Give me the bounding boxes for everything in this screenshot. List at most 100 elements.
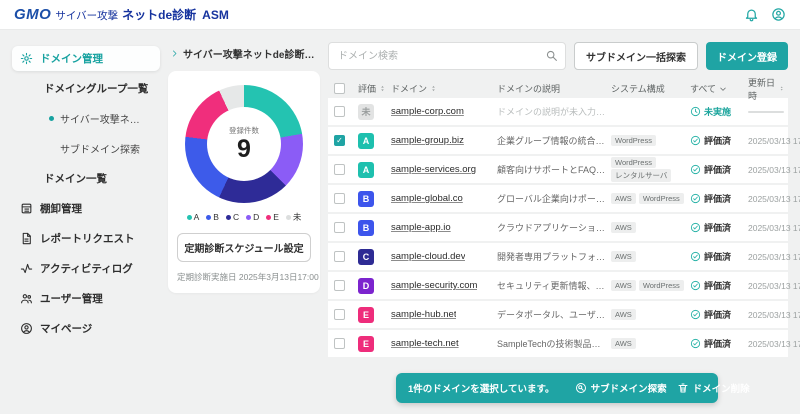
domain-description: セキュリティ更新情報、脆弱… [497, 279, 607, 292]
sidebar-item-user-management[interactable]: ユーザー管理 [12, 286, 160, 311]
select-all-checkbox[interactable] [334, 83, 345, 94]
domain-link[interactable]: sample-global.co [391, 193, 463, 204]
domain-link[interactable]: sample-app.io [391, 222, 451, 233]
row-checkbox[interactable] [334, 309, 345, 320]
domain-link[interactable]: sample-services.org [391, 164, 476, 175]
gear-icon [20, 52, 33, 65]
header-domain[interactable]: ドメイン [391, 82, 497, 95]
row-checkbox[interactable] [334, 135, 345, 146]
header-updated[interactable]: 更新日時 [748, 76, 788, 102]
sidebar-item-subdomain-search[interactable]: サブドメイン探索 [12, 136, 160, 161]
report-icon [20, 232, 33, 245]
status-label: 評価済 [704, 308, 731, 321]
chevron-down-icon [719, 85, 727, 93]
sidebar-item-label: マイページ [40, 321, 92, 336]
header-status-filter[interactable]: すべて [690, 82, 748, 95]
clock-icon [690, 106, 701, 117]
header-grade[interactable]: 評価 [358, 82, 391, 95]
table-row[interactable]: Dsample-security.comセキュリティ更新情報、脆弱…AWSWor… [328, 272, 788, 299]
account-icon[interactable] [771, 7, 786, 22]
row-checkbox[interactable] [334, 222, 345, 233]
table-row[interactable]: Asample-group.biz企業グループ情報の統合管理WordPress評… [328, 127, 788, 154]
updated-at: 2025/03/13 17:00 [748, 310, 800, 320]
grade-badge: C [358, 249, 374, 265]
row-checkbox[interactable] [334, 280, 345, 291]
domain-link[interactable]: sample-group.biz [391, 135, 464, 146]
table-row[interactable]: Esample-hub.netデータポータル、ユーザー管…AWS評価済2025/… [328, 301, 788, 328]
status-label: 評価済 [704, 337, 731, 350]
system-tag: WordPress [611, 157, 656, 168]
sidebar-item-inventory-management[interactable]: 棚卸管理 [12, 196, 160, 221]
row-checkbox[interactable] [334, 164, 345, 175]
legend-dot [286, 215, 291, 220]
legend-label: D [253, 212, 259, 222]
table-row[interactable]: Esample-tech.netSampleTechの技術製品紹介…AWS評価済… [328, 330, 788, 357]
sidebar-item-domain-list[interactable]: ドメイン一覧 [12, 166, 160, 191]
bulk-subdomain-search-button[interactable]: サブドメイン一括探索 [574, 42, 698, 70]
brand-logo: GMO サイバー攻撃 ネットde診断 ASM [14, 6, 229, 23]
sidebar-item-report-request[interactable]: レポートリクエスト [12, 226, 160, 251]
domain-delete-action[interactable]: ドメイン削除 [677, 381, 750, 395]
grade-badge: E [358, 307, 374, 323]
system-tag: WordPress [611, 135, 656, 146]
legend-item-C: C [226, 211, 239, 223]
legend-label: 未 [293, 211, 302, 223]
chevron-right-icon [170, 49, 179, 58]
status-label: 未実施 [704, 105, 731, 118]
table-row[interactable]: 未sample-corp.comドメインの説明が未入力です未実施 [328, 98, 788, 125]
sidebar-item-domain-management[interactable]: ドメイン管理 [12, 46, 160, 71]
sidebar-item-activity-log[interactable]: アクティビティログ [12, 256, 160, 281]
domain-link[interactable]: sample-cloud.dev [391, 251, 465, 262]
subdomain-explore-action[interactable]: サブドメイン探索 [575, 381, 667, 395]
team-panel: サイバー攻撃ネットde診断ASMチーム 登録件数 9 ABCDE未 定期診断スケ… [168, 42, 320, 359]
row-checkbox[interactable] [334, 106, 345, 117]
domain-link[interactable]: sample-corp.com [391, 106, 464, 117]
row-checkbox[interactable] [334, 251, 345, 262]
table-row[interactable]: Asample-services.org顧客向けサポートとFAQサイトWordP… [328, 156, 788, 183]
system-tags: WordPressレンタルサーバ [611, 157, 690, 182]
row-checkbox[interactable] [334, 338, 345, 349]
status-label: 評価済 [704, 250, 731, 263]
updated-at: 2025/03/13 17:00 [748, 223, 800, 233]
sidebar-item-my-page[interactable]: マイページ [12, 316, 160, 341]
registration-donut-chart: 登録件数 9 [185, 85, 303, 203]
sort-icon[interactable] [430, 84, 437, 93]
updated-at: 2025/03/13 17:00 [748, 281, 800, 291]
active-team-bullet [49, 116, 54, 121]
check-circle-icon [690, 280, 701, 291]
sidebar-item-label: ドメイングループ一覧 [44, 81, 148, 96]
header-description: ドメインの説明 [497, 82, 611, 95]
domain-description: 企業グループ情報の統合管理 [497, 134, 607, 147]
app-title-part2: ネットde診断 [122, 6, 196, 23]
updated-at: 2025/03/13 17:00 [748, 252, 800, 262]
updated-at: 2025/03/13 17:00 [748, 136, 800, 146]
status-label: 評価済 [704, 279, 731, 292]
domain-main: サブドメイン一括探索 ドメイン登録 評価 ドメイン ドメインの説明 システム構成… [328, 42, 788, 359]
table-row[interactable]: Bsample-app.ioクラウドアプリケーションサ…AWS評価済2025/0… [328, 214, 788, 241]
table-row[interactable]: Bsample-global.coグローバル企業向けポータル…AWSWordPr… [328, 185, 788, 212]
bell-icon[interactable] [744, 7, 759, 22]
system-tag: AWS [611, 338, 636, 349]
table-header: 評価 ドメイン ドメインの説明 システム構成 すべて 更新日時 [328, 79, 788, 98]
sort-icon[interactable] [779, 84, 784, 93]
row-checkbox[interactable] [334, 193, 345, 204]
team-header[interactable]: サイバー攻撃ネットde診断ASMチーム [168, 42, 320, 63]
search-icon [545, 49, 558, 62]
domain-link[interactable]: sample-tech.net [391, 338, 459, 349]
domain-search-input[interactable] [328, 42, 566, 70]
table-row[interactable]: Csample-cloud.dev開発者専用プラットフォームAWS評価済2025… [328, 243, 788, 270]
domain-register-button[interactable]: ドメイン登録 [706, 42, 788, 70]
system-tag: レンタルサーバ [611, 169, 671, 182]
sort-icon[interactable] [379, 84, 386, 93]
status-label: 評価済 [704, 221, 731, 234]
system-tag: WordPress [639, 193, 684, 204]
domain-link[interactable]: sample-hub.net [391, 309, 456, 320]
check-circle-icon [690, 338, 701, 349]
sidebar-item-team-current[interactable]: サイバー攻撃ネ… [12, 106, 160, 131]
sidebar-item-domain-group-list[interactable]: ドメイングループ一覧 [12, 76, 160, 101]
schedule-settings-button[interactable]: 定期診断スケジュール設定 [177, 233, 311, 262]
domain-link[interactable]: sample-security.com [391, 280, 477, 291]
domain-description: データポータル、ユーザー管… [497, 308, 607, 321]
legend-dot [226, 215, 231, 220]
check-circle-icon [690, 251, 701, 262]
